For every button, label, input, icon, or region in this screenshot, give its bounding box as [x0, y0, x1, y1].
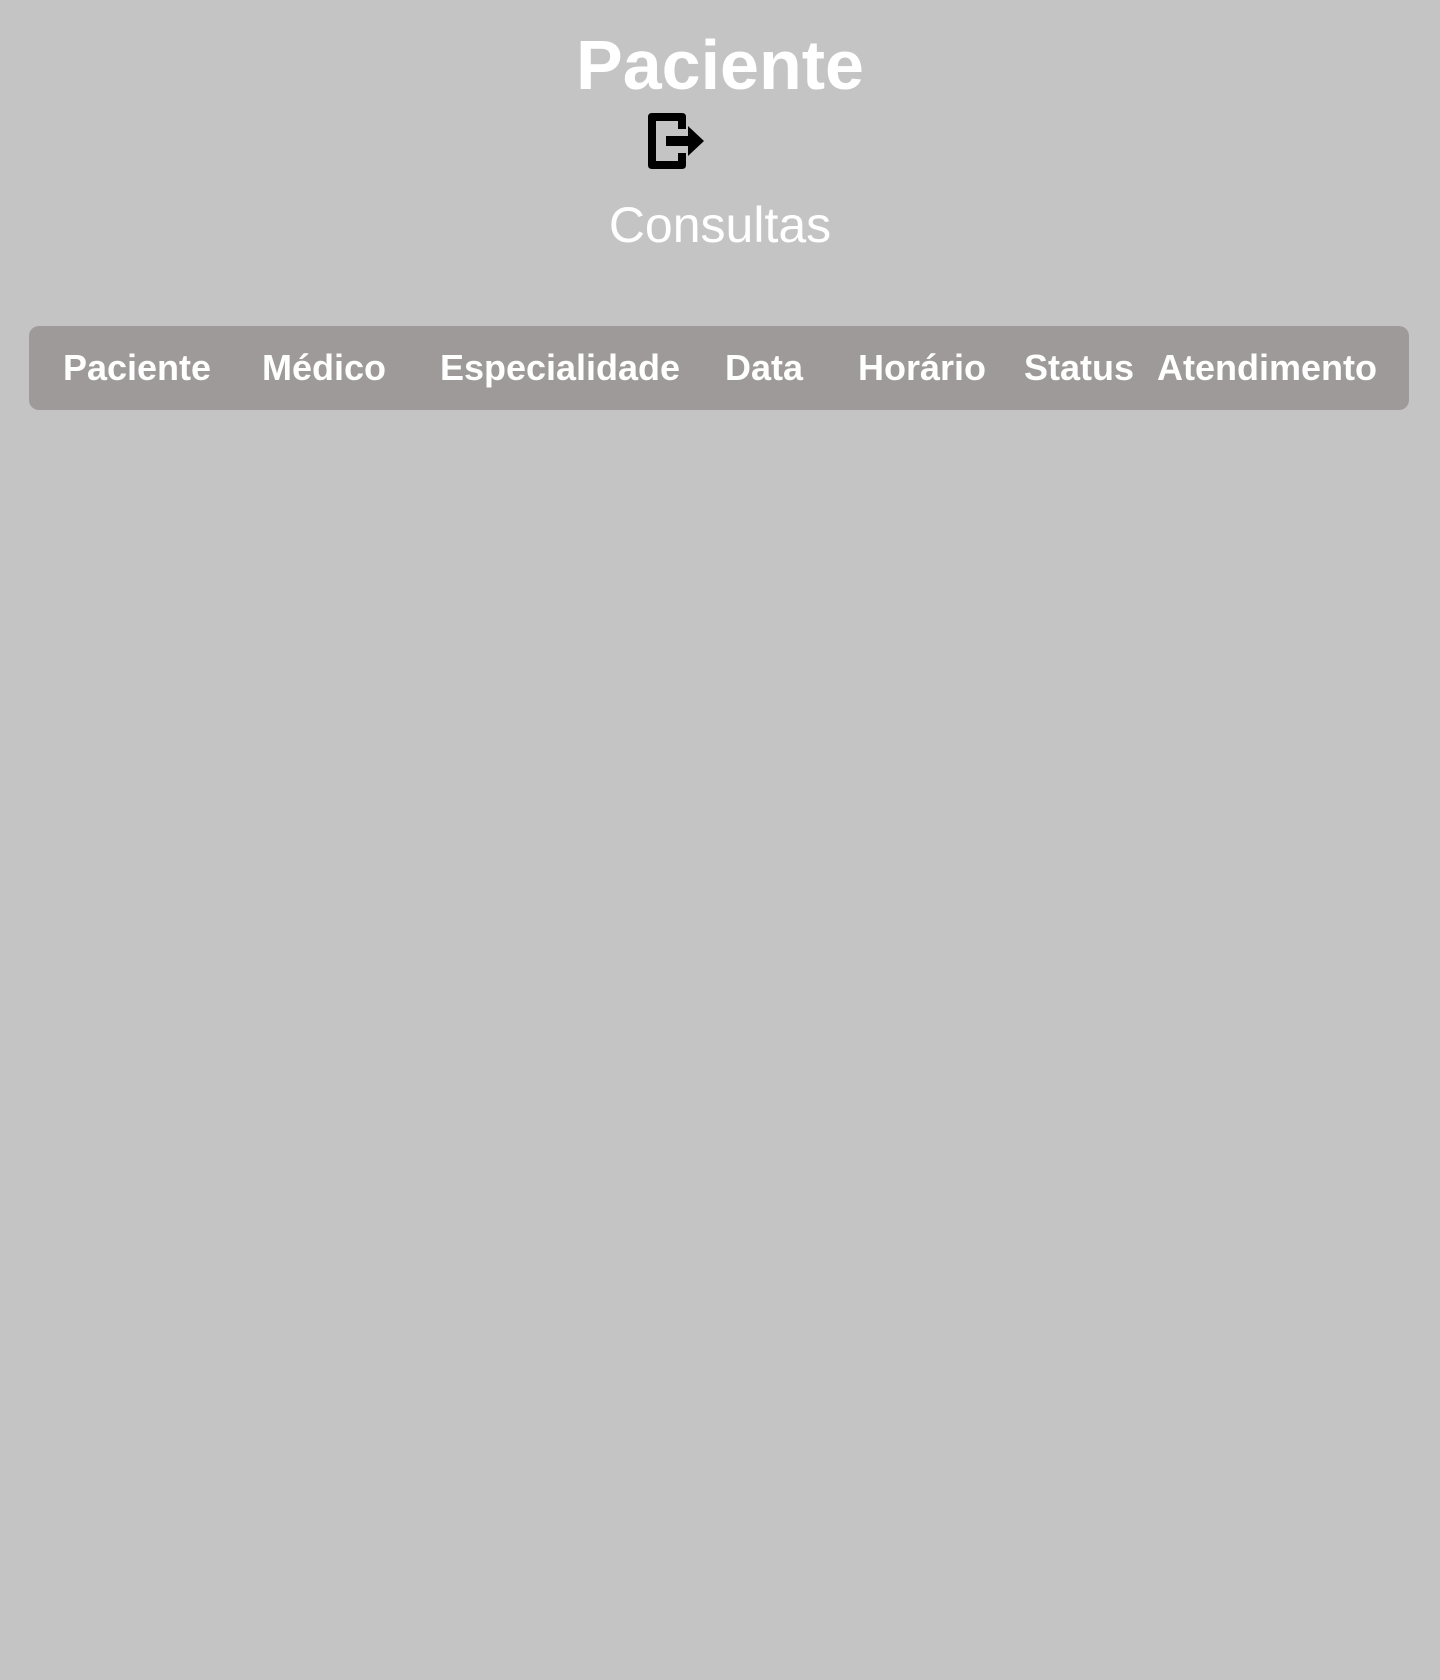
table-header: Paciente Médico Especialidade Data Horár… [29, 326, 1409, 410]
logout-button[interactable] [644, 108, 706, 174]
page-title: Paciente [576, 26, 864, 104]
column-header-medico: Médico [261, 347, 387, 388]
column-header-especialidade: Especialidade [439, 347, 681, 388]
column-header-paciente: Paciente [62, 347, 212, 388]
section-title: Consultas [608, 197, 832, 253]
column-header-horario: Horário [857, 347, 987, 388]
column-header-atendimento: Atendimento [1157, 347, 1377, 388]
column-header-data: Data [724, 347, 804, 388]
page: Paciente Consultas Paciente Médico Espec… [0, 0, 1440, 1680]
column-header-status: Status [1023, 347, 1135, 388]
logout-icon [648, 113, 704, 169]
